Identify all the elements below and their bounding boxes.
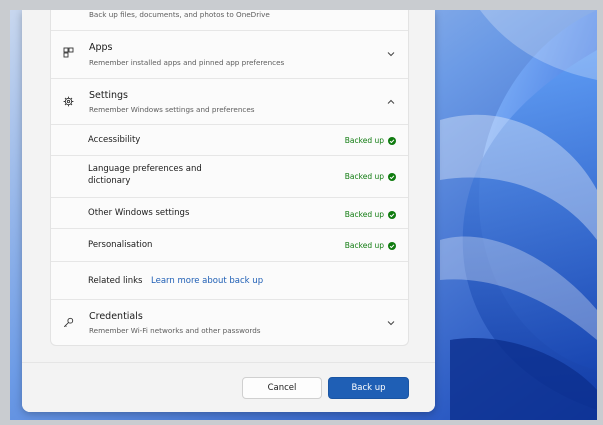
learn-more-link[interactable]: Learn more about back up — [151, 275, 263, 287]
dialog-footer: Cancel Back up — [22, 362, 435, 412]
cancel-button[interactable]: Cancel — [242, 377, 322, 399]
backup-dialog: Back up files, documents, and photos to … — [22, 10, 435, 412]
screen: Back up files, documents, and photos to … — [10, 10, 597, 420]
setting-item-label: Personalisation — [88, 240, 153, 250]
setting-item-language: Language preferences and dictionary Back… — [51, 156, 408, 197]
check-circle-icon — [388, 172, 396, 181]
settings-title: Settings — [89, 90, 128, 101]
credentials-row[interactable]: Credentials Remember Wi-Fi networks and … — [51, 300, 408, 345]
status-badge: Backed up — [345, 172, 396, 181]
check-circle-icon — [388, 210, 396, 219]
onedrive-subtitle: Back up files, documents, and photos to … — [89, 10, 270, 19]
back-up-button[interactable]: Back up — [328, 377, 409, 399]
settings-subtitle: Remember Windows settings and preference… — [89, 105, 255, 114]
setting-item-label: Language preferences and dictionary — [88, 164, 202, 186]
credentials-subtitle: Remember Wi-Fi networks and other passwo… — [89, 326, 261, 335]
setting-item-label: Other Windows settings — [88, 208, 190, 218]
check-circle-icon — [388, 136, 396, 145]
status-badge: Backed up — [345, 241, 396, 250]
chevron-up-icon[interactable] — [387, 99, 395, 105]
status-badge: Backed up — [345, 210, 396, 219]
status-text: Backed up — [344, 172, 384, 181]
status-text: Backed up — [344, 210, 384, 219]
apps-title: Apps — [89, 42, 113, 53]
backup-options-card: Back up files, documents, and photos to … — [50, 10, 409, 346]
credentials-title: Credentials — [89, 311, 143, 322]
setting-item-accessibility: Accessibility Backed up — [51, 125, 408, 155]
apps-subtitle: Remember installed apps and pinned app p… — [89, 58, 285, 67]
settings-row[interactable]: Settings Remember Windows settings and p… — [51, 79, 408, 124]
chevron-down-icon[interactable] — [387, 320, 395, 326]
status-text: Backed up — [344, 136, 384, 145]
status-text: Backed up — [344, 241, 384, 250]
check-circle-icon — [388, 241, 396, 250]
chevron-down-icon[interactable] — [387, 51, 395, 57]
setting-item-personalisation: Personalisation Backed up — [51, 229, 408, 261]
gear-icon — [63, 96, 74, 107]
apps-row[interactable]: Apps Remember installed apps and pinned … — [51, 31, 408, 78]
setting-item-label: Accessibility — [88, 135, 141, 145]
key-icon — [63, 317, 74, 328]
status-badge: Backed up — [345, 136, 396, 145]
related-links-row: Related links Learn more about back up — [51, 262, 408, 299]
related-links-label: Related links — [88, 276, 143, 286]
apps-grid-icon — [63, 47, 74, 58]
onedrive-row[interactable]: Back up files, documents, and photos to … — [51, 10, 408, 30]
setting-item-other-windows: Other Windows settings Backed up — [51, 198, 408, 228]
